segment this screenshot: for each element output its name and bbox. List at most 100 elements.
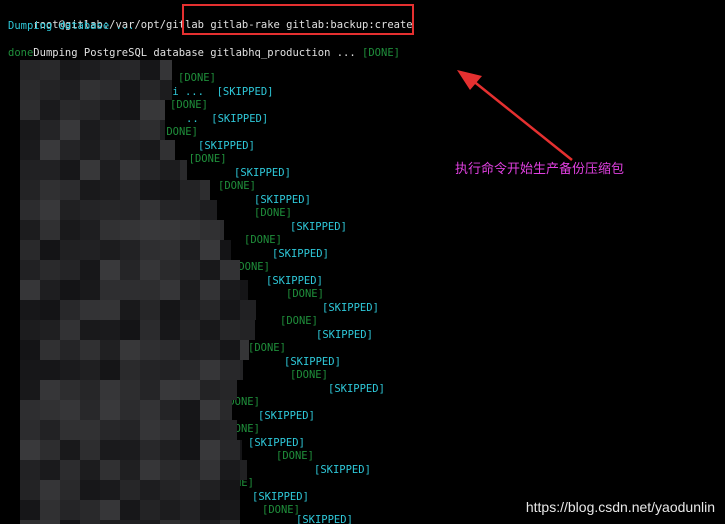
redaction-block: [140, 340, 160, 360]
redaction-block: [220, 280, 240, 300]
redaction-block: [160, 460, 180, 480]
redaction-block: [180, 320, 200, 340]
redaction-block: [240, 280, 248, 300]
redaction-block: [200, 280, 220, 300]
redaction-block: [20, 500, 40, 520]
redaction-block: [100, 160, 120, 180]
redaction-block: [40, 120, 60, 140]
redaction-block: [200, 200, 217, 220]
redaction-block: [200, 400, 220, 420]
redaction-block: [40, 200, 60, 220]
redaction-block: [120, 100, 140, 120]
redaction-block: [60, 260, 80, 280]
redaction-block: [80, 380, 100, 400]
redaction-block: [180, 500, 200, 520]
redaction-block: [180, 340, 200, 360]
redaction-block: [120, 480, 140, 500]
redaction-block: [140, 380, 160, 400]
redaction-block: [180, 440, 200, 460]
redaction-block: [140, 180, 160, 200]
redaction-block: [220, 360, 240, 380]
redaction-block: [120, 360, 140, 380]
redaction-block: [100, 300, 120, 320]
redaction-block: [180, 380, 200, 400]
redaction-block: [20, 480, 40, 500]
terminal-window[interactable]: root@gitlab:/var/opt/gitlab gitlab-rake …: [0, 0, 725, 524]
redaction-block: [120, 120, 140, 140]
redaction-block: [160, 140, 175, 160]
redaction-block: [100, 420, 120, 440]
redaction-block: [60, 500, 80, 520]
redaction-block: [120, 460, 140, 480]
redaction-block: [180, 480, 200, 500]
redaction-block: [160, 180, 180, 200]
redaction-block: [80, 400, 100, 420]
redaction-block: [120, 220, 140, 240]
redaction-block: [140, 160, 160, 180]
redaction-block: [60, 180, 80, 200]
command-highlight-box: [182, 4, 414, 35]
redaction-block: [20, 440, 40, 460]
redaction-block: [200, 180, 210, 200]
redaction-block: [160, 380, 180, 400]
redaction-block: [40, 320, 60, 340]
redaction-block: [160, 240, 180, 260]
redaction-block: [80, 200, 100, 220]
redaction-block: [180, 360, 200, 380]
redaction-block: [160, 500, 180, 520]
redaction-block: [220, 260, 240, 280]
redaction-block: [40, 460, 60, 480]
redaction-block: [60, 480, 80, 500]
redaction-block: [180, 400, 200, 420]
redaction-block: [40, 480, 60, 500]
redaction-block: [40, 220, 60, 240]
redaction-block: [40, 340, 60, 360]
redaction-block: [140, 220, 160, 240]
redaction-block: [240, 460, 247, 480]
redaction-block: [80, 80, 100, 100]
redaction-block: [100, 340, 120, 360]
redaction-block: [160, 260, 180, 280]
redaction-block: [80, 420, 100, 440]
redaction-block: [140, 300, 160, 320]
redaction-block: [200, 500, 220, 520]
redaction-block: [120, 500, 140, 520]
redaction-block: [80, 180, 100, 200]
redaction-block: [80, 500, 100, 520]
redaction-block: [220, 240, 231, 260]
redaction-block: [220, 460, 240, 480]
redaction-block: [60, 220, 80, 240]
watermark-url: https://blog.csdn.net/yaodunlin: [525, 498, 715, 515]
redaction-block: [20, 220, 40, 240]
redaction-block: [80, 160, 100, 180]
redaction-block: [180, 260, 200, 280]
redaction-block: [100, 380, 120, 400]
redaction-block: [140, 280, 160, 300]
redaction-block: [100, 400, 120, 420]
redaction-block: [20, 260, 40, 280]
redaction-block: [20, 100, 40, 120]
redaction-block: [160, 520, 180, 524]
redaction-block: [80, 480, 100, 500]
redaction-block: [140, 320, 160, 340]
redaction-block: [120, 300, 140, 320]
redaction-block: [160, 80, 172, 100]
redaction-block: [100, 460, 120, 480]
redaction-block: [60, 60, 80, 80]
redaction-block: [140, 240, 160, 260]
redaction-block: [100, 80, 120, 100]
redaction-block: [40, 60, 60, 80]
redaction-block: [200, 300, 220, 320]
redaction-block: [140, 260, 160, 280]
redaction-block: [120, 140, 140, 160]
redaction-block: [200, 360, 220, 380]
redaction-block: [220, 420, 237, 440]
redaction-block: [220, 380, 237, 400]
redaction-block: [100, 220, 120, 240]
redaction-block: [120, 340, 140, 360]
redaction-block: [180, 280, 200, 300]
redaction-block: [80, 260, 100, 280]
redaction-block: [80, 220, 100, 240]
redaction-block: [120, 180, 140, 200]
redaction-block: [40, 180, 60, 200]
